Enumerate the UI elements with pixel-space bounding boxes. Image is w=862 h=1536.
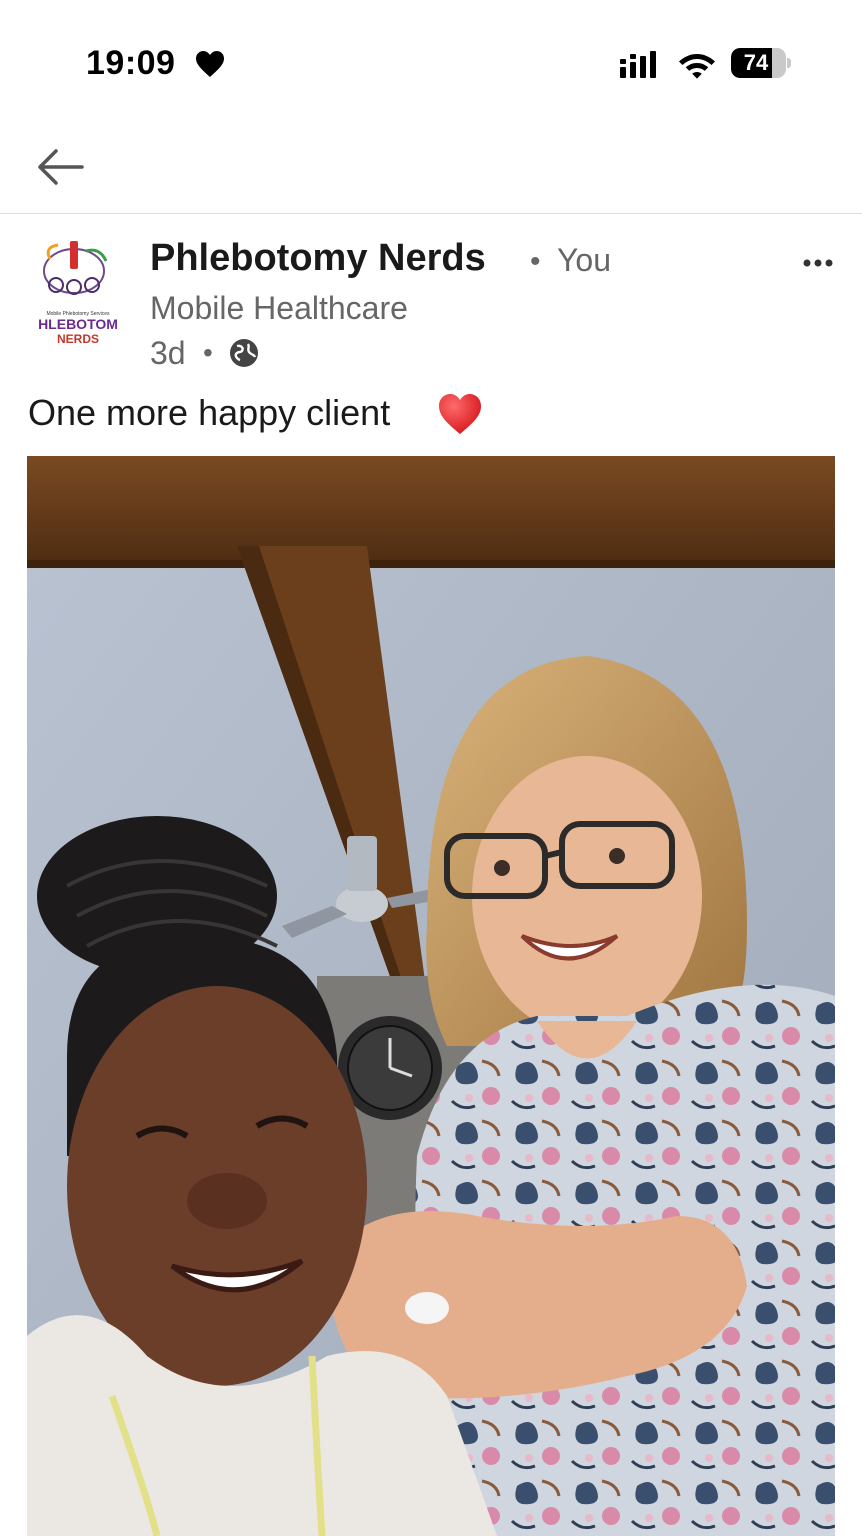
post-age: 3d xyxy=(150,335,186,371)
status-bar: 19:09 74 xyxy=(0,0,862,120)
back-arrow-icon[interactable] xyxy=(30,142,90,192)
battery-level: 74 xyxy=(743,50,769,75)
signal-icon xyxy=(620,51,656,78)
post-photo[interactable] xyxy=(27,456,835,1536)
post-header: Mobile Phlebotomy Services HLEBOTOM NERD… xyxy=(0,215,862,385)
globe-icon xyxy=(230,339,258,367)
svg-text:NERDS: NERDS xyxy=(57,332,99,346)
svg-text:HLEBOTOM: HLEBOTOM xyxy=(38,316,118,332)
top-nav xyxy=(0,120,862,214)
heart-icon xyxy=(196,51,224,77)
more-options-icon[interactable] xyxy=(796,251,840,275)
post-body-text: One more happy client xyxy=(28,392,391,433)
battery-icon: 74 xyxy=(731,48,791,78)
wifi-icon xyxy=(679,54,715,79)
relation-separator: • xyxy=(530,245,541,278)
status-time: 19:09 xyxy=(86,44,176,82)
author-name[interactable]: Phlebotomy Nerds xyxy=(150,237,486,280)
red-heart-emoji xyxy=(439,394,481,434)
author-tagline: Mobile Healthcare xyxy=(150,290,408,326)
relation-label: You xyxy=(557,242,611,278)
age-separator: • xyxy=(203,337,213,368)
company-logo-avatar[interactable]: Mobile Phlebotomy Services HLEBOTOM NERD… xyxy=(28,231,128,355)
